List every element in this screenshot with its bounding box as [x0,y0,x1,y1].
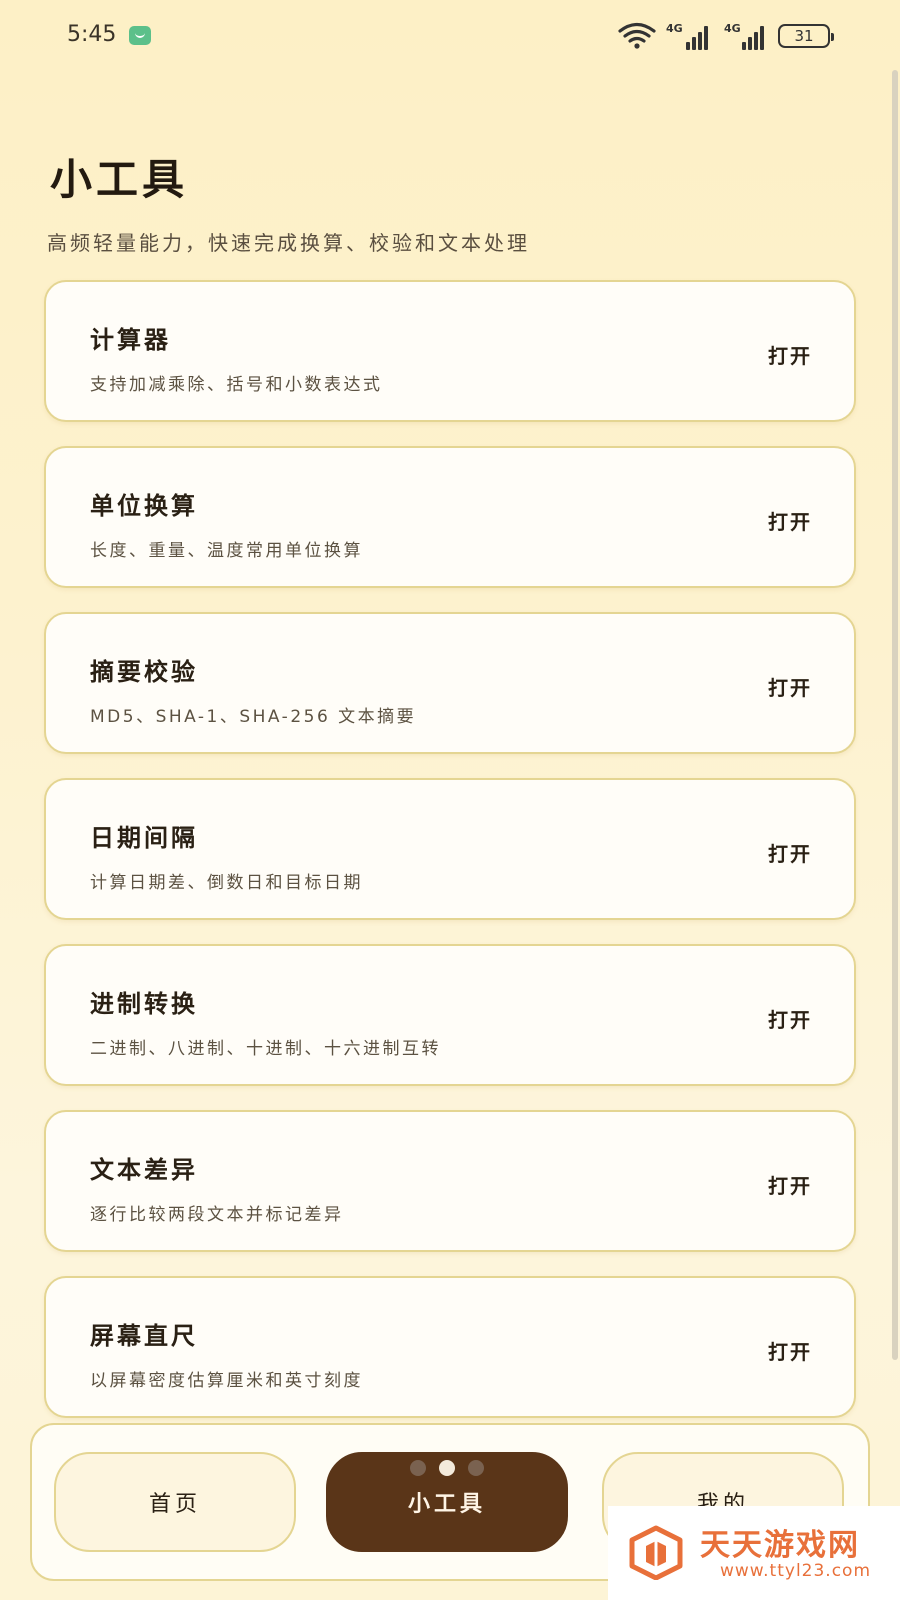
tool-title: 日期间隔 [90,824,198,852]
tool-title: 文本差异 [90,1156,198,1184]
page-subtitle: 高频轻量能力，快速完成换算、校验和文本处理 [47,231,530,255]
open-button[interactable]: 打开 [768,838,812,867]
network-type-label: 4G [666,22,683,35]
page-dot [410,1460,426,1476]
message-icon [129,26,151,45]
tool-description: 二进制、八进制、十进制、十六进制互转 [90,1039,441,1059]
tool-description: 计算日期差、倒数日和目标日期 [90,873,363,893]
battery-level: 31 [794,27,814,45]
signal-icon: 4G [724,22,768,50]
watermark: 天天游戏网 www.ttyl23.com [608,1506,900,1600]
tool-title: 屏幕直尺 [90,1322,198,1350]
tool-title: 单位换算 [90,492,198,520]
watermark-name: 天天游戏网 [700,1528,860,1563]
tab-home[interactable]: 首页 [54,1452,296,1552]
tool-description: 以屏幕密度估算厘米和英寸刻度 [90,1371,363,1391]
status-bar: 5:45 4G 4G 31 [0,0,900,72]
tool-card-hash-check[interactable]: 摘要校验 MD5、SHA-1、SHA-256 文本摘要 打开 [44,612,856,754]
status-time: 5:45 [67,22,117,47]
tool-title: 进制转换 [90,990,198,1018]
tool-title: 摘要校验 [90,658,198,686]
page-title: 小工具 [50,155,189,204]
watermark-url: www.ttyl23.com [720,1561,872,1581]
open-button[interactable]: 打开 [768,1004,812,1033]
tool-description: MD5、SHA-1、SHA-256 文本摘要 [90,707,417,727]
page-indicator [410,1460,484,1476]
open-button[interactable]: 打开 [768,672,812,701]
tool-card-date-interval[interactable]: 日期间隔 计算日期差、倒数日和目标日期 打开 [44,778,856,920]
open-button[interactable]: 打开 [768,340,812,369]
network-type-label: 4G [724,22,741,35]
tool-card-unit-converter[interactable]: 单位换算 长度、重量、温度常用单位换算 打开 [44,446,856,588]
open-button[interactable]: 打开 [768,1336,812,1365]
wifi-icon [618,22,656,49]
open-button[interactable]: 打开 [768,506,812,535]
page-dot-active [439,1460,455,1476]
tool-description: 逐行比较两段文本并标记差异 [90,1205,344,1225]
signal-icon: 4G [666,22,714,50]
status-icons: 4G 4G 31 [618,20,834,52]
tool-card-screen-ruler[interactable]: 屏幕直尺 以屏幕密度估算厘米和英寸刻度 打开 [44,1276,856,1418]
tool-description: 支持加减乘除、括号和小数表达式 [90,375,383,395]
tool-card-calculator[interactable]: 计算器 支持加减乘除、括号和小数表达式 打开 [44,280,856,422]
tool-title: 计算器 [90,326,171,354]
tool-card-text-diff[interactable]: 文本差异 逐行比较两段文本并标记差异 打开 [44,1110,856,1252]
scrollbar[interactable] [892,70,898,1360]
battery-icon: 31 [778,24,834,48]
watermark-logo-icon [629,1525,683,1580]
tool-card-base-converter[interactable]: 进制转换 二进制、八进制、十进制、十六进制互转 打开 [44,944,856,1086]
page-dot [468,1460,484,1476]
open-button[interactable]: 打开 [768,1170,812,1199]
tool-description: 长度、重量、温度常用单位换算 [90,541,363,561]
